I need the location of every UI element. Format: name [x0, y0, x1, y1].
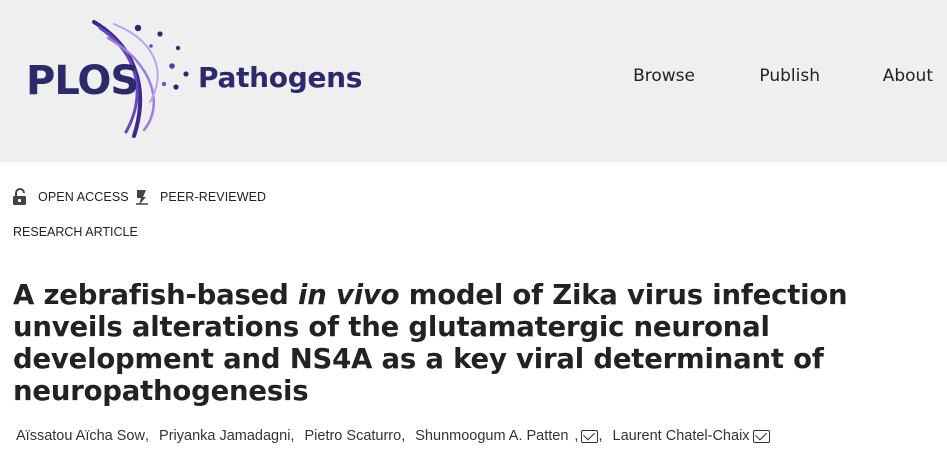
author-name[interactable]: Laurent Chatel-Chaix	[613, 428, 750, 444]
article-type-label: RESEARCH ARTICLE	[13, 225, 138, 239]
article-title: A zebrafish-based in vivo model of Zika …	[13, 279, 913, 407]
nav-publish[interactable]: Publish	[759, 66, 820, 86]
open-access-badge[interactable]: OPEN ACCESS	[12, 188, 129, 206]
author-separator: ,	[290, 428, 295, 444]
logo-plos-text: PLOS	[26, 58, 139, 104]
email-icon[interactable]	[581, 429, 599, 443]
author-name[interactable]: Pietro Scaturro	[304, 428, 401, 444]
title-italic: in vivo	[298, 279, 400, 311]
author-item: Priyanka Jamadagni,	[159, 428, 300, 444]
author-separator: ,	[598, 428, 603, 444]
email-icon[interactable]	[752, 429, 770, 443]
nav-about[interactable]: About	[883, 66, 933, 86]
author-list: Aïssatou Aïcha Sow, Priyanka Jamadagni, …	[16, 428, 936, 450]
title-part-1: A zebrafish-based	[13, 279, 298, 311]
corresponding-marker: ,	[574, 428, 579, 444]
author-name[interactable]: Priyanka Jamadagni	[159, 428, 290, 444]
logo-journal-name: Pathogens	[198, 61, 363, 94]
peer-reviewed-badge[interactable]: PEER-REVIEWED	[134, 188, 266, 206]
author-item: Aïssatou Aïcha Sow,	[16, 428, 155, 444]
plos-pathogens-logo[interactable]: PLOS Pathogens	[26, 14, 386, 144]
open-access-label: OPEN ACCESS	[38, 190, 129, 204]
site-header: PLOS Pathogens Browse Publish About	[0, 0, 947, 162]
nav-browse[interactable]: Browse	[633, 66, 695, 86]
author-separator: ,	[401, 428, 406, 444]
peer-reviewed-label: PEER-REVIEWED	[160, 190, 267, 204]
author-name[interactable]: Shunmoogum A. Patten	[415, 428, 568, 444]
author-item: Pietro Scaturro,	[304, 428, 411, 444]
author-separator: ,	[144, 428, 149, 444]
author-name[interactable]: Aïssatou Aïcha Sow	[16, 428, 145, 444]
author-item: Laurent Chatel-Chaix	[613, 428, 770, 444]
author-item: Shunmoogum A. Patten,,	[415, 428, 608, 444]
peer-review-icon	[136, 190, 148, 205]
open-lock-icon	[13, 188, 26, 205]
